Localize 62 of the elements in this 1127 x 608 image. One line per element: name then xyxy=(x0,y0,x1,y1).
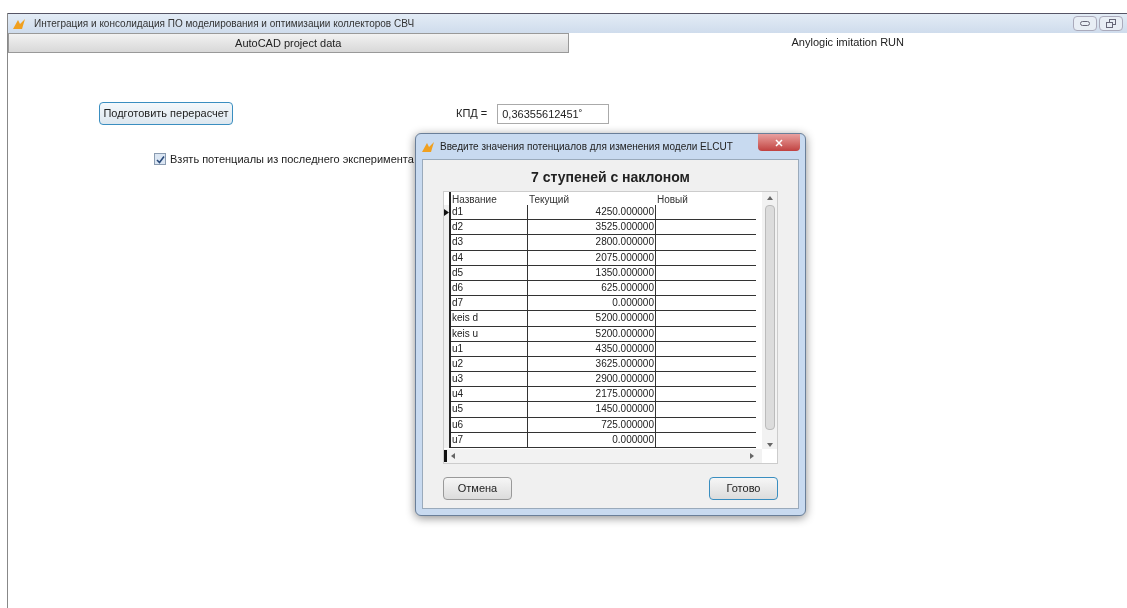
scroll-down-icon xyxy=(766,443,773,447)
dialog-button[interactable]: Отмена xyxy=(443,477,512,500)
table-cell: 3625.000000 xyxy=(528,356,656,373)
close-button[interactable] xyxy=(758,134,800,151)
table-cell: 3525.000000 xyxy=(528,220,656,236)
table-cell: 625.000000 xyxy=(528,280,656,297)
table-cell: keis d xyxy=(451,311,528,327)
app-logo-icon xyxy=(421,140,435,153)
table-cell: 0.000000 xyxy=(528,296,656,312)
app-logo-icon xyxy=(12,17,26,30)
column-header[interactable]: Название xyxy=(451,192,528,205)
table-cell: keis u xyxy=(451,326,528,342)
tab[interactable]: AutoCAD project data xyxy=(8,33,569,53)
window-title: Интеграция и консолидация ПО моделирования и оптимизации коллекторов СВЧ xyxy=(34,17,415,31)
table-cell: u2 xyxy=(451,356,528,373)
table-cell: u3 xyxy=(451,372,528,388)
restore-icon xyxy=(1106,19,1116,28)
checkbox[interactable] xyxy=(154,153,166,166)
scroll-left-icon xyxy=(451,453,455,459)
column-header[interactable]: Текущий xyxy=(528,192,656,205)
efficiency-label: КПД = xyxy=(456,106,488,122)
dialog-heading: 7 ступеней с наклоном xyxy=(530,168,691,187)
table-cell: d5 xyxy=(451,265,528,281)
table-cell: d3 xyxy=(451,235,528,251)
table-cell: 4250.000000 xyxy=(528,205,656,221)
close-icon xyxy=(775,138,783,147)
checkbox-label: Взять потенциалы из последнего эксперимента xyxy=(170,152,414,167)
table-cell: 1350.000000 xyxy=(528,265,656,281)
table-cell: 725.000000 xyxy=(528,417,656,433)
efficiency-field[interactable]: 0,36355612451˚ xyxy=(497,103,610,124)
table-cell: u6 xyxy=(451,417,528,433)
table-cell: d1 xyxy=(451,205,528,221)
dialog-title: Введите значения потенциалов для изменения модели ELCUT xyxy=(440,140,733,154)
table-cell: u1 xyxy=(451,341,528,357)
table-cell: 5200.000000 xyxy=(528,311,656,327)
minimize-button[interactable] xyxy=(1073,16,1097,31)
table-cell: 2900.000000 xyxy=(528,372,656,388)
current-row-icon xyxy=(444,209,449,217)
scroll-up-icon xyxy=(766,196,773,200)
table-cell: 0.000000 xyxy=(528,432,656,448)
table-cell: d7 xyxy=(451,296,528,312)
table-cell: d2 xyxy=(451,220,528,236)
vertical-scrollbar[interactable] xyxy=(762,192,777,449)
table-cell: 2800.000000 xyxy=(528,235,656,251)
table-cell: u5 xyxy=(451,402,528,418)
table-cell: u4 xyxy=(451,387,528,403)
recalculate-button[interactable]: Подготовить перерасчет xyxy=(99,102,233,125)
minimize-icon xyxy=(1080,21,1090,26)
table-cell: 2175.000000 xyxy=(528,387,656,403)
table-cell: d6 xyxy=(451,280,528,297)
table-cell: u7 xyxy=(451,432,528,448)
table-cell: 2075.000000 xyxy=(528,250,656,266)
scroll-right-icon xyxy=(750,453,754,459)
row-header[interactable] xyxy=(444,432,451,448)
table-cell: 1450.000000 xyxy=(528,402,656,418)
table-cell: 4350.000000 xyxy=(528,341,656,357)
horizontal-scrollbar[interactable] xyxy=(444,449,762,463)
table-cell: d4 xyxy=(451,250,528,266)
column-header[interactable]: Новый xyxy=(656,192,756,205)
table-cell: 5200.000000 xyxy=(528,326,656,342)
dialog-button[interactable]: Готово xyxy=(709,477,778,500)
restore-button[interactable] xyxy=(1099,16,1123,31)
